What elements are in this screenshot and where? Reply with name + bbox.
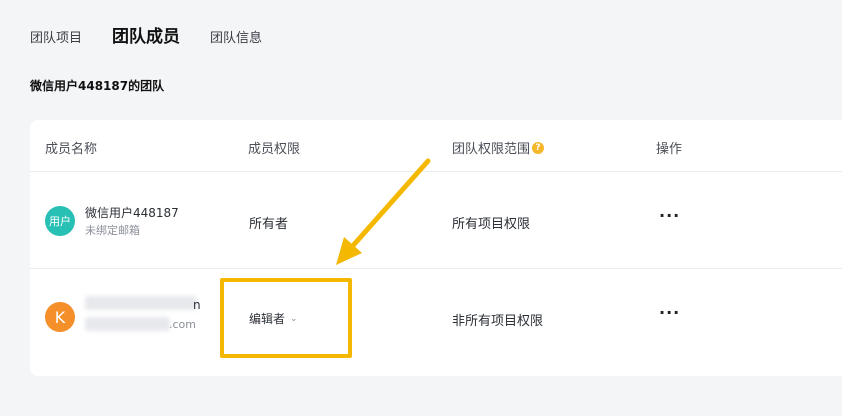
- member-email-tail: .com: [169, 318, 196, 331]
- column-header-member-role: 成员权限: [248, 142, 301, 157]
- more-actions-button[interactable]: ···: [659, 303, 680, 322]
- column-header-member-name: 成员名称: [45, 142, 98, 157]
- member-scope: 所有项目权限: [452, 217, 531, 232]
- member-email: 未绑定邮箱: [85, 224, 140, 237]
- blurred-name: [85, 296, 197, 310]
- help-icon[interactable]: ?: [532, 141, 545, 154]
- annotation-arrow-icon: [336, 158, 431, 265]
- member-name: 微信用户448187: [85, 206, 179, 220]
- team-title: 微信用户448187的团队: [30, 79, 165, 93]
- tab-team-members[interactable]: 团队成员: [112, 22, 180, 47]
- tab-team-projects[interactable]: 团队项目: [30, 27, 82, 46]
- member-role: 所有者: [249, 217, 289, 232]
- highlight-box: [220, 278, 352, 358]
- tab-bar: 团队项目 团队成员 团队信息: [30, 22, 292, 47]
- column-header-actions: 操作: [656, 142, 683, 157]
- more-actions-button[interactable]: ···: [659, 206, 680, 225]
- tab-team-info[interactable]: 团队信息: [210, 27, 262, 46]
- member-scope: 非所有项目权限: [452, 314, 544, 329]
- column-header-team-scope: 团队权限范围 ?: [452, 138, 545, 157]
- avatar: 用户: [45, 206, 75, 236]
- avatar: K: [45, 302, 75, 332]
- member-name-tail: n: [193, 298, 201, 312]
- blurred-email: [85, 317, 170, 331]
